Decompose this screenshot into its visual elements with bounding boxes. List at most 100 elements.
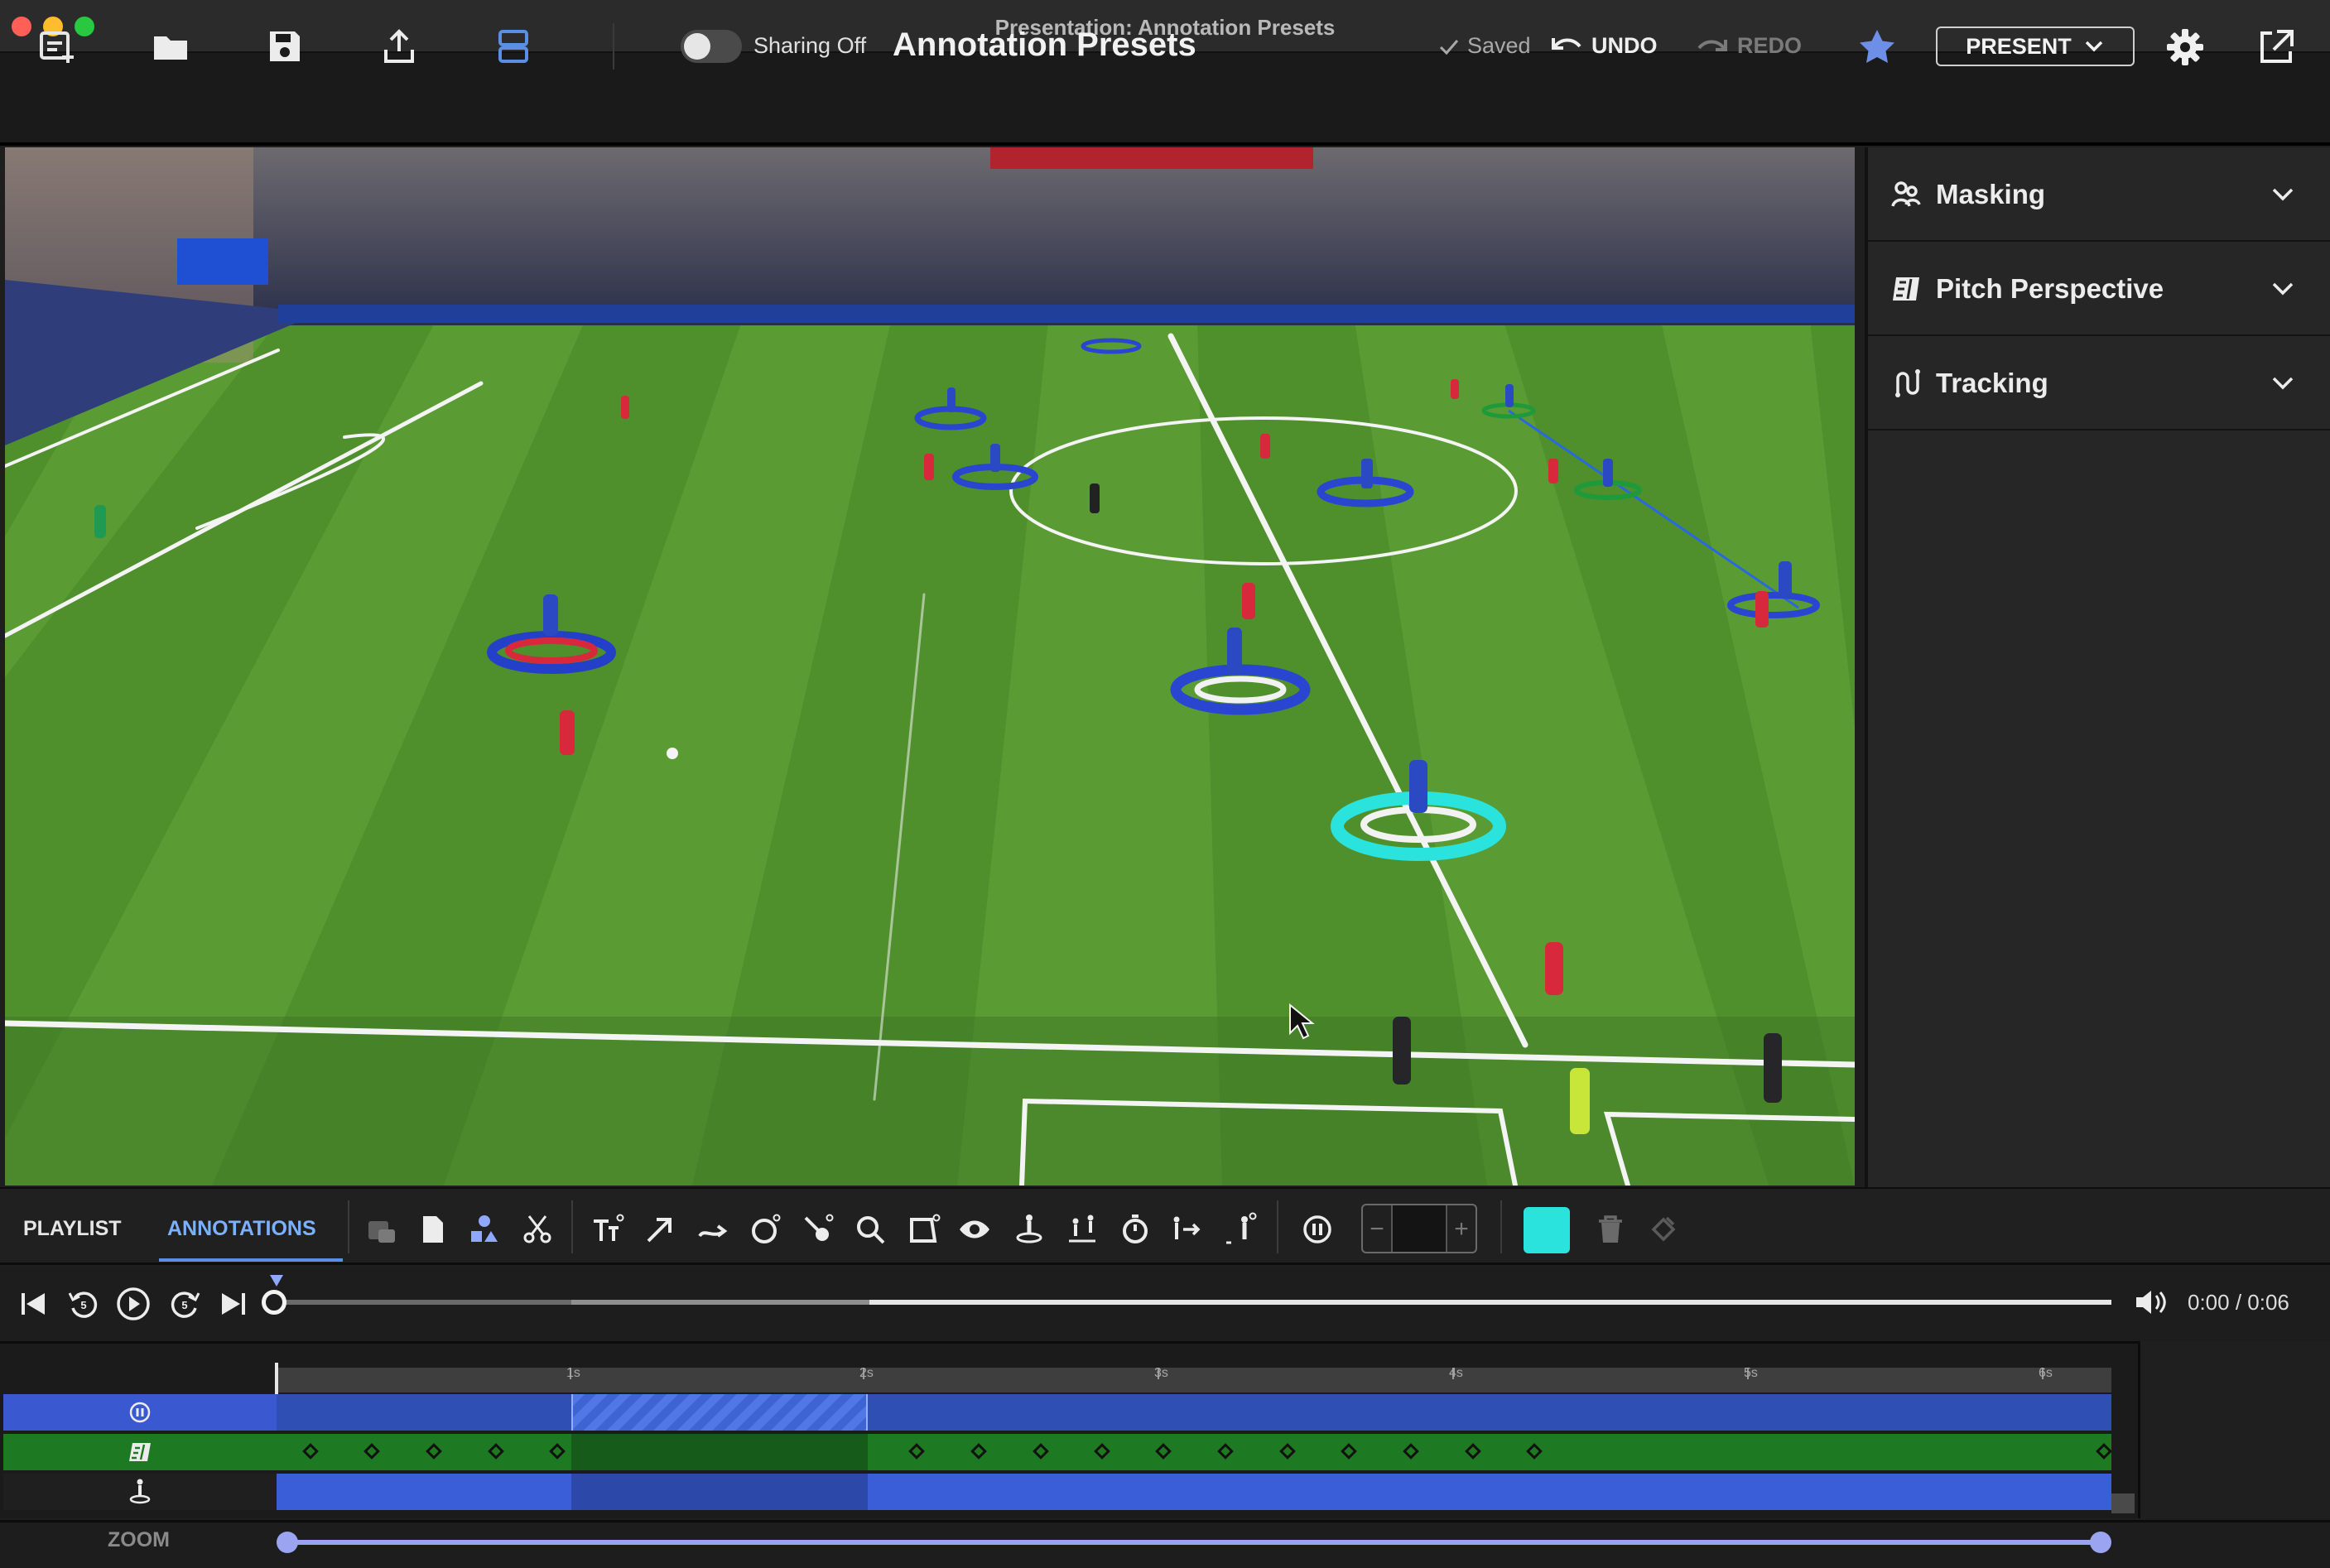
chevron-down-icon — [2272, 282, 2294, 296]
tracking-section[interactable]: Tracking — [1868, 338, 2330, 430]
ruler-tick-label: 3s — [1154, 1366, 1168, 1380]
timeline-scroll-corner — [2111, 1493, 2135, 1513]
saved-label: Saved — [1467, 33, 1531, 58]
pause-track-header[interactable] — [3, 1394, 277, 1431]
ruler-tick-label: 6s — [2039, 1366, 2053, 1380]
toolbar-divider — [613, 23, 614, 70]
sharing-toggle-knob — [684, 33, 710, 60]
pitch-perspective-gap — [571, 1434, 868, 1470]
player-marker-icon[interactable] — [1010, 1210, 1048, 1248]
layout-icon[interactable] — [492, 25, 535, 68]
masking-label: Masking — [1936, 179, 2046, 209]
playhead[interactable] — [275, 1363, 278, 1394]
svg-text:5: 5 — [181, 1299, 187, 1311]
zoom-start-handle[interactable] — [277, 1532, 298, 1553]
popout-window-icon[interactable] — [2254, 25, 2299, 70]
present-label: PRESENT — [1966, 33, 2072, 59]
folder-icon[interactable] — [149, 25, 192, 68]
polygon-tool-icon[interactable] — [904, 1210, 942, 1248]
timeline-ruler[interactable] — [277, 1368, 2111, 1392]
player-marker-track-header[interactable] — [3, 1474, 277, 1510]
text-tool-icon[interactable] — [588, 1210, 626, 1248]
ruler-tick-label: 5s — [1744, 1366, 1758, 1380]
stepper-value-field[interactable] — [1391, 1205, 1447, 1252]
seek-handle[interactable] — [262, 1290, 286, 1315]
playback-controls — [0, 1267, 2330, 1346]
zoom-slider-track[interactable] — [283, 1540, 2101, 1545]
seek-buffer-segment — [571, 1300, 869, 1305]
time-display: 0:00 / 0:06 — [2188, 1290, 2289, 1315]
present-button[interactable]: PRESENT — [1936, 26, 2135, 66]
volume-icon[interactable] — [2131, 1283, 2169, 1321]
pitch-perspective-section[interactable]: Pitch Perspective — [1868, 243, 2330, 336]
masking-section[interactable]: Masking — [1868, 149, 2330, 242]
main-toolbar — [0, 53, 2330, 146]
stepper-decrement-button[interactable]: − — [1363, 1205, 1391, 1252]
ruler-tick-label: 4s — [1449, 1366, 1463, 1380]
movement-icon[interactable] — [1167, 1210, 1206, 1248]
masking-icon — [1891, 181, 1921, 207]
delete-trash-icon[interactable] — [1591, 1210, 1630, 1248]
pause-annotation-icon[interactable] — [1298, 1210, 1336, 1248]
arrow-tool-icon[interactable] — [641, 1210, 679, 1248]
eye-icon[interactable] — [956, 1210, 994, 1248]
export-icon[interactable] — [378, 25, 421, 68]
presentation-title[interactable]: Annotation Presets — [893, 26, 1196, 64]
toolbar-divider — [571, 1200, 573, 1253]
tracking-label: Tracking — [1936, 368, 2048, 398]
undo-label: UNDO — [1591, 33, 1658, 58]
player-highlight-icon[interactable] — [1220, 1210, 1259, 1248]
zoom-end-handle[interactable] — [2090, 1532, 2111, 1553]
timer-icon[interactable] — [1116, 1210, 1154, 1248]
video-canvas[interactable] — [5, 147, 1855, 1186]
ruler-tick-label: 1s — [566, 1366, 580, 1380]
pitch-perspective-track-header[interactable] — [3, 1434, 277, 1470]
player-link-icon[interactable] — [1063, 1210, 1101, 1248]
spotlight-icon[interactable] — [798, 1210, 836, 1248]
annotation-color-swatch[interactable] — [1524, 1207, 1570, 1253]
chevron-down-icon — [2272, 377, 2294, 390]
playhead-marker-icon — [270, 1275, 283, 1287]
scissors-icon[interactable] — [518, 1210, 556, 1248]
rewind-5-icon[interactable]: 5 — [65, 1285, 103, 1323]
forward-5-icon[interactable]: 5 — [166, 1285, 204, 1323]
tab-annotations[interactable]: ANNOTATIONS — [167, 1217, 316, 1241]
annotation-toolbar — [0, 1187, 2330, 1265]
player-marker-track-lane[interactable] — [277, 1474, 2111, 1510]
page-icon[interactable] — [414, 1210, 452, 1248]
circle-tool-icon[interactable] — [745, 1210, 783, 1248]
favorite-star-icon[interactable] — [1855, 25, 1899, 70]
duration-stepper[interactable]: − + — [1361, 1204, 1477, 1253]
pause-clip[interactable] — [571, 1394, 868, 1431]
skip-to-end-icon[interactable] — [214, 1285, 252, 1323]
redo-label: REDO — [1737, 33, 1803, 58]
skip-to-start-icon[interactable] — [15, 1285, 53, 1323]
magnifier-icon[interactable] — [851, 1210, 889, 1248]
undo-icon — [1552, 37, 1581, 50]
timeline-side-column — [2138, 1341, 2330, 1518]
add-slide-icon[interactable] — [35, 25, 78, 68]
sharing-label: Sharing Off — [753, 33, 867, 58]
play-icon[interactable] — [114, 1285, 152, 1323]
pause-track-lane[interactable] — [277, 1394, 2111, 1431]
pause-track-icon — [129, 1402, 151, 1423]
chevron-down-icon — [2085, 41, 2103, 52]
settings-gear-icon[interactable] — [2163, 25, 2207, 70]
stepper-increment-button[interactable]: + — [1447, 1205, 1476, 1252]
save-icon[interactable] — [263, 25, 306, 68]
redo-button[interactable]: REDO — [1696, 33, 1802, 59]
clear-annotation-icon[interactable] — [1644, 1210, 1683, 1248]
toolbar-divider — [1277, 1200, 1278, 1253]
saved-status: Saved — [1437, 33, 1531, 59]
clip-icon[interactable] — [363, 1210, 401, 1248]
tab-playlist[interactable]: PLAYLIST — [23, 1217, 122, 1241]
player-marker-icon — [129, 1479, 151, 1504]
undo-button[interactable]: UNDO — [1550, 33, 1658, 59]
chevron-down-icon — [2272, 188, 2294, 201]
curved-arrow-icon[interactable] — [694, 1210, 732, 1248]
toolbar-divider — [1500, 1200, 1502, 1253]
tracking-icon — [1895, 369, 1920, 397]
svg-text:5: 5 — [80, 1299, 86, 1311]
shapes-icon[interactable] — [465, 1210, 503, 1248]
pitch-perspective-icon — [129, 1443, 151, 1461]
